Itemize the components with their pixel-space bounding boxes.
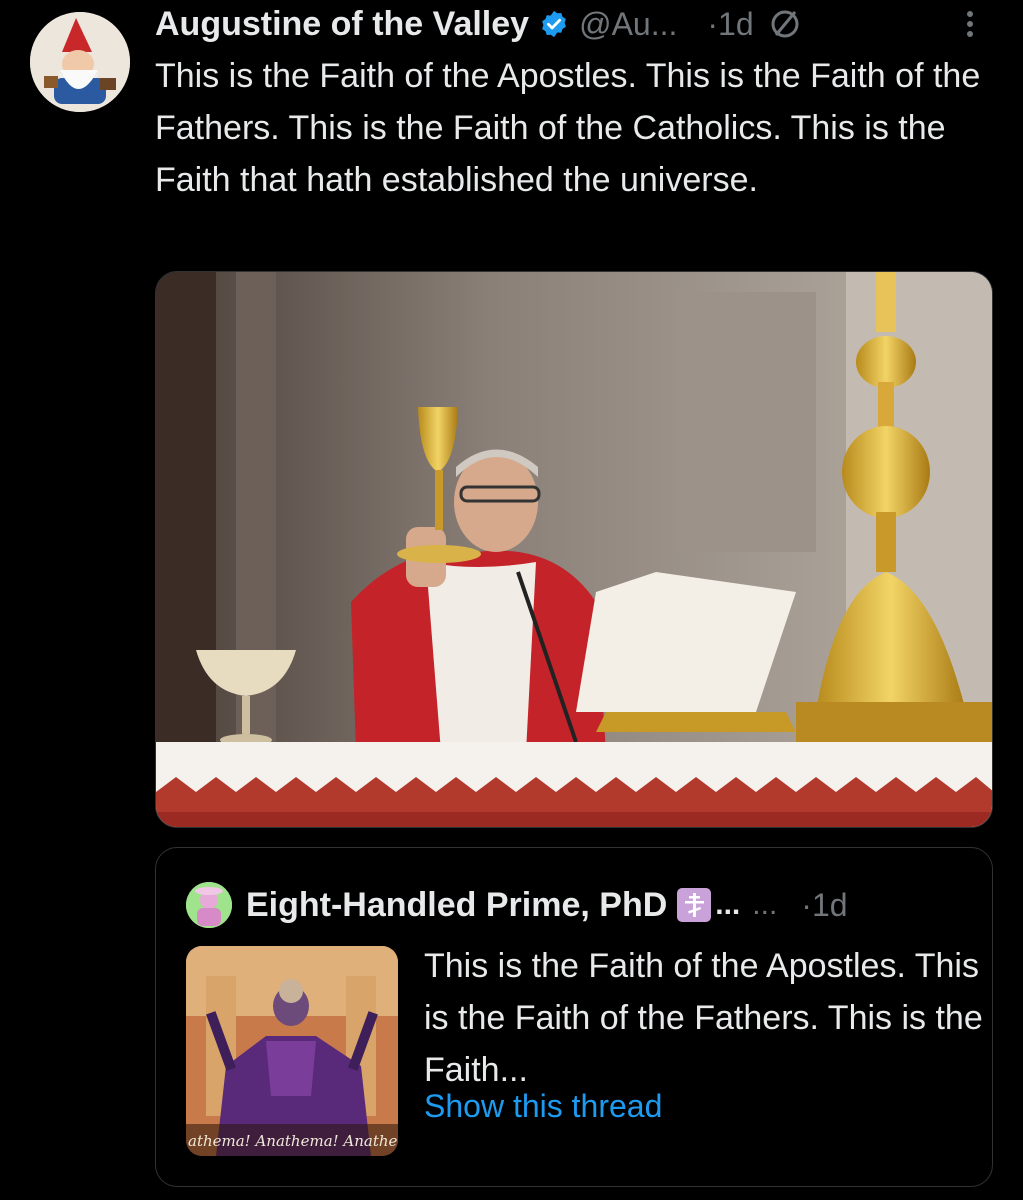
tweet-time[interactable]: ·1d bbox=[707, 6, 753, 43]
author-name[interactable]: Augustine of the Valley bbox=[155, 5, 529, 44]
circle-slash-icon bbox=[771, 10, 799, 38]
mass-photo-icon bbox=[156, 272, 992, 827]
orthodox-cross-icon bbox=[677, 888, 712, 922]
thumbnail-caption: athema! Anathema! Anathem bbox=[188, 1132, 398, 1150]
tweet-media-image[interactable] bbox=[155, 271, 993, 828]
author-handle[interactable]: @Au... bbox=[579, 6, 677, 43]
verified-badge-icon bbox=[542, 10, 566, 38]
quoted-author-handle[interactable]: ... bbox=[752, 888, 777, 922]
more-options-icon[interactable] bbox=[958, 6, 982, 42]
quoted-author-name[interactable]: Eight-Handled Prime, PhD bbox=[246, 886, 667, 925]
bishop-photo-icon: athema! Anathema! Anathem bbox=[186, 946, 398, 1156]
quoted-name-ellipsis: ... bbox=[715, 888, 741, 921]
gnome-avatar-icon bbox=[30, 12, 130, 112]
quoted-author-avatar[interactable] bbox=[186, 882, 232, 928]
quoted-tweet[interactable]: Eight-Handled Prime, PhD ... ... ·1d ath… bbox=[155, 847, 993, 1187]
avatar[interactable] bbox=[30, 12, 130, 112]
quoted-tweet-header: Eight-Handled Prime, PhD ... ... ·1d bbox=[246, 878, 976, 932]
tweet-header: Augustine of the Valley @Au... ·1d bbox=[155, 0, 995, 48]
show-this-thread-link[interactable]: Show this thread bbox=[424, 1082, 662, 1130]
quoted-tweet-time[interactable]: ·1d bbox=[801, 887, 847, 924]
quoted-tweet-thumbnail[interactable]: athema! Anathema! Anathem bbox=[186, 946, 398, 1156]
quoted-tweet-text: This is the Faith of the Apostles. This … bbox=[424, 947, 983, 1089]
tweet-text: This is the Faith of the Apostles. This … bbox=[155, 57, 981, 199]
eight-armed-avatar-icon bbox=[186, 882, 232, 928]
